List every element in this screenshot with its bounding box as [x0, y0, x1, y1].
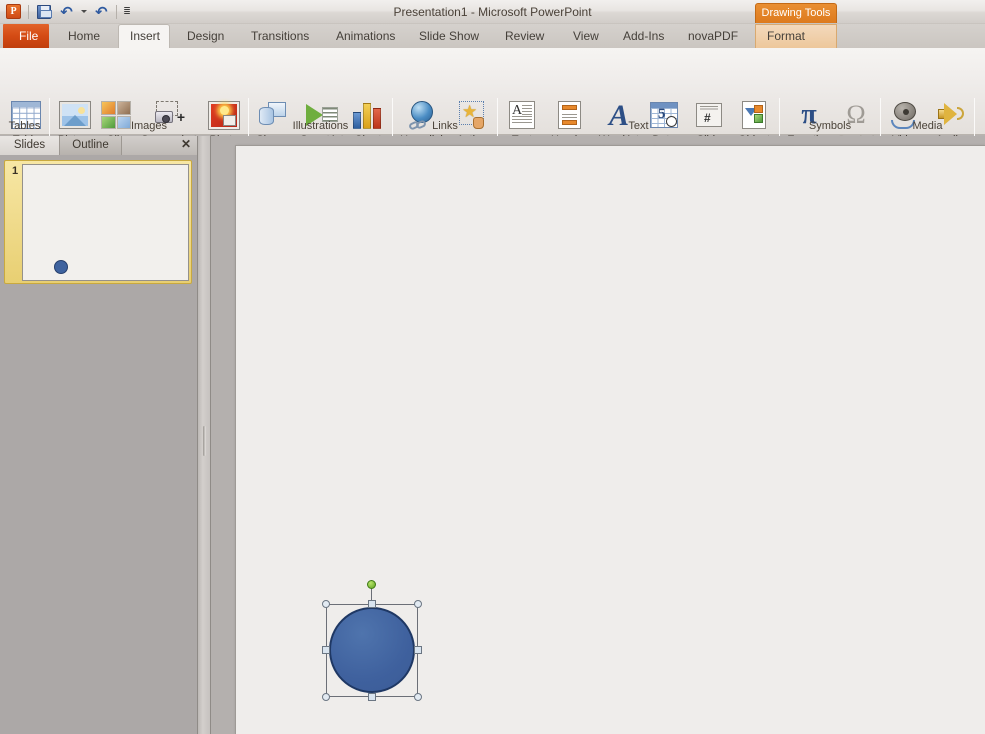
thumbnail-oval-shape [54, 260, 68, 274]
undo-icon[interactable]: ↶ [56, 1, 77, 22]
oval-shape[interactable] [329, 607, 415, 693]
undo-dropdown-icon[interactable] [79, 1, 89, 22]
pane-splitter[interactable] [197, 136, 211, 734]
resize-handle-bottom-left[interactable] [322, 693, 330, 701]
tab-animations[interactable]: Animations [325, 24, 406, 48]
save-icon[interactable] [33, 1, 54, 22]
splitter-grip[interactable] [203, 426, 206, 456]
group-label-links: Links [432, 120, 458, 132]
customize-qat-icon[interactable]: ≣ [121, 1, 133, 22]
powerpoint-logo-icon[interactable]: P [3, 1, 24, 22]
tab-format[interactable]: Format [755, 24, 837, 48]
tab-file[interactable]: File [3, 24, 49, 48]
resize-handle-middle-left[interactable] [322, 646, 330, 654]
slide-thumbnail-1[interactable]: 1 [4, 160, 192, 284]
group-label-tables: Tables [8, 120, 41, 132]
selected-shape-container[interactable] [322, 580, 422, 701]
close-icon[interactable]: ✕ [179, 138, 193, 152]
resize-handle-bottom-right[interactable] [414, 693, 422, 701]
ribbon-tab-strip: File Home Insert Design Transitions Anim… [0, 24, 985, 48]
tab-add-ins[interactable]: Add-Ins [612, 24, 675, 48]
resize-handle-top-right[interactable] [414, 600, 422, 608]
rotation-handle[interactable] [367, 580, 376, 589]
tab-novapdf[interactable]: novaPDF [677, 24, 749, 48]
slide-canvas[interactable] [235, 145, 985, 734]
group-label-symbols: Symbols [808, 120, 852, 132]
ribbon-group-labels: Tables Images Illustrations Links Text S… [0, 118, 985, 135]
slides-pane-tab-strip: Slides Outline ✕ [0, 136, 197, 155]
group-label-media: Media [912, 120, 943, 132]
chevron-down-icon [81, 10, 87, 13]
group-label-images: Images [130, 120, 168, 132]
resize-handle-bottom-center[interactable] [368, 693, 376, 701]
tab-transitions[interactable]: Transitions [240, 24, 320, 48]
floppy-disk-glyph [36, 4, 52, 19]
quick-access-toolbar[interactable]: P ↶ ↷ ≣ [3, 1, 133, 22]
tab-review[interactable]: Review [494, 24, 555, 48]
qat-divider [28, 4, 29, 19]
tab-insert[interactable]: Insert [118, 24, 170, 48]
powerpoint-logo-glyph: P [6, 4, 21, 19]
tab-outline[interactable]: Outline [60, 136, 122, 155]
window-title: Presentation1 - Microsoft PowerPoint [393, 5, 592, 19]
tab-slide-show[interactable]: Slide Show [408, 24, 490, 48]
title-bar: Presentation1 - Microsoft PowerPoint P ↶… [0, 0, 985, 24]
resize-handle-top-left[interactable] [322, 600, 330, 608]
qat-divider-2 [116, 4, 117, 19]
slide-editing-area [211, 136, 985, 734]
redo-arrow-glyph: ↷ [95, 2, 108, 21]
slide-thumbnail-preview[interactable] [22, 164, 189, 281]
resize-handle-top-center[interactable] [368, 600, 376, 608]
resize-handle-middle-right[interactable] [414, 646, 422, 654]
tab-slides[interactable]: Slides [0, 136, 60, 155]
contextual-tab-title: Drawing Tools [755, 3, 837, 23]
slides-pane: Slides Outline ✕ 1 [0, 136, 197, 734]
undo-arrow-glyph: ↶ [60, 2, 73, 21]
group-label-illustrations: Illustrations [292, 120, 349, 132]
group-label-text: Text [628, 120, 649, 132]
slide-number-label: 1 [11, 165, 19, 177]
overflow-chevron-icon: ≣ [123, 6, 131, 16]
redo-icon[interactable]: ↷ [91, 1, 112, 22]
tab-design[interactable]: Design [176, 24, 235, 48]
slide-thumbnail-list: 1 [4, 160, 192, 284]
tab-view[interactable]: View [562, 24, 610, 48]
tab-home[interactable]: Home [57, 24, 111, 48]
